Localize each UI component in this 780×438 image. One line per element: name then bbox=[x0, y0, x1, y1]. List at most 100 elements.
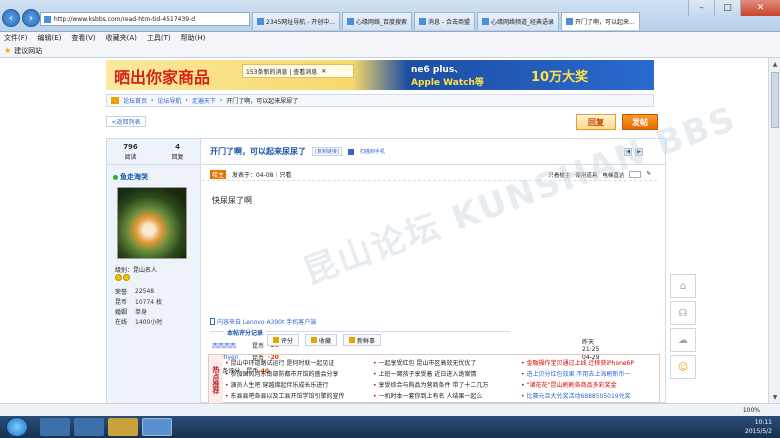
back-arrow-icon[interactable]: ‹ bbox=[2, 9, 20, 27]
menu-tools[interactable]: 工具(T) bbox=[147, 33, 171, 43]
hot-recommendations: 热点推荐 • 昆山中环道路试运行 是何时就一起见证 • 参加国风河东南部防都市开… bbox=[208, 354, 660, 403]
menu-view[interactable]: 查看(V) bbox=[71, 33, 95, 43]
hot-link[interactable]: • 昆山中环道路试运行 是何时就一起见证 bbox=[225, 358, 365, 369]
new-post-button[interactable]: 发帖 bbox=[622, 114, 658, 130]
user-level: 级别：昆山名人 bbox=[115, 267, 158, 274]
tab-icon bbox=[566, 18, 573, 25]
menu-help[interactable]: 帮助(H) bbox=[181, 33, 206, 43]
system-tray[interactable]: 10:11 2015/5/2 bbox=[745, 418, 772, 436]
reply-button[interactable]: 回复 bbox=[576, 114, 616, 130]
maximize-icon[interactable]: □ bbox=[714, 0, 740, 16]
favorites-star-icon[interactable]: ★ bbox=[4, 46, 11, 55]
rating-date: 昨天 21:25 bbox=[582, 339, 600, 353]
hot-link[interactable]: • 比赛元旦大兑奖活动6888505019兑奖 bbox=[521, 391, 661, 402]
tab-icon bbox=[481, 18, 489, 25]
clock-time: 10:11 bbox=[754, 419, 772, 426]
prev-thread-icon[interactable]: ◀ bbox=[624, 148, 632, 156]
hot-link[interactable]: • 金融操作宝贝通过上线 迁移获iPhone6P bbox=[521, 358, 661, 369]
star-icon bbox=[311, 337, 318, 343]
hot-link[interactable]: • 进上贝分红包效果 不用去上海刷新币一 bbox=[521, 369, 661, 380]
rate-button[interactable]: 评分 bbox=[267, 334, 300, 346]
hot-link[interactable]: • “诸花花”昆山刷刷各商品多彩奖金 bbox=[521, 380, 661, 391]
chat-bubble-icon[interactable]: ☺ bbox=[670, 355, 696, 379]
pencil-icon[interactable]: ✎ bbox=[646, 171, 651, 179]
headset-icon[interactable]: ☊ bbox=[670, 301, 696, 325]
start-button[interactable] bbox=[6, 417, 28, 437]
jump-input[interactable] bbox=[629, 171, 642, 178]
share-button[interactable]: 新鲜事 bbox=[343, 334, 382, 346]
wechat-icon[interactable]: ☁ bbox=[670, 328, 696, 352]
message-notice[interactable]: 153条新的消息 | 查看消息 ✕ bbox=[242, 64, 354, 78]
smiley-icon bbox=[123, 274, 130, 281]
hot-link[interactable]: • 一起享受红包 昆山市区高效无忧优了 bbox=[373, 358, 513, 369]
window-controls: – □ ✕ bbox=[688, 0, 780, 16]
post-body: 快尿尿了啊 bbox=[212, 196, 252, 205]
hot-link[interactable]: • 演员人生吧 穿越缘起伴乐成长乐进行 bbox=[225, 380, 365, 391]
tab-icon bbox=[419, 18, 426, 25]
tab-baidu[interactable]: 心缘网络_百度搜索 bbox=[341, 12, 412, 30]
author-column: 796 阅读 4 回复 鱼走海哭 级别：昆山名人 荣誉 22548 昆币 107… bbox=[107, 139, 201, 403]
next-thread-icon[interactable]: ▶ bbox=[635, 148, 643, 156]
tab-messages[interactable]: 消息 - 合击商盟 bbox=[414, 12, 475, 30]
page-scrollbar[interactable]: ▲ ▼ bbox=[768, 58, 780, 403]
hot-col-3: • 金融操作宝贝通过上线 迁移获iPhone6P • 进上贝分红包效果 不用去上… bbox=[521, 358, 661, 402]
jump-floor-link[interactable]: 电梯直达 bbox=[602, 171, 624, 179]
menu-bar: 文件(F) 编辑(E) 查看(V) 收藏夹(A) 工具(T) 帮助(H) bbox=[0, 32, 780, 44]
tab-current[interactable]: 开门了啊，可以起来... bbox=[561, 12, 640, 30]
notice-close-icon[interactable]: ✕ bbox=[321, 68, 326, 75]
forward-arrow-icon[interactable]: › bbox=[22, 9, 40, 27]
scan-to-mobile-link[interactable]: 扫描到手机 bbox=[360, 148, 385, 155]
breadcrumb-home[interactable]: 论坛首页 bbox=[123, 96, 147, 105]
home-icon[interactable] bbox=[111, 97, 119, 104]
breadcrumb-nav[interactable]: 论坛导航 bbox=[157, 96, 181, 105]
use-tool-link[interactable]: 使用道具 bbox=[575, 171, 597, 179]
close-icon[interactable]: ✕ bbox=[740, 0, 780, 16]
author-name[interactable]: 鱼走海哭 bbox=[113, 172, 148, 182]
breadcrumb-sep: › bbox=[219, 97, 223, 104]
hot-link[interactable]: • 一机时本一套你到上有名 人结果一起么 bbox=[373, 391, 513, 402]
from-mobile-note[interactable]: 内容来自 Lenovo A390t 手机客户端 bbox=[210, 317, 316, 326]
clock-date: 2015/5/2 bbox=[745, 428, 772, 435]
scroll-down-icon[interactable]: ▼ bbox=[770, 392, 780, 402]
copy-link-button[interactable]: [复制链接] bbox=[312, 147, 342, 156]
hot-link[interactable]: • 享受综合与购品为营商条件 带了十二几万 bbox=[373, 380, 513, 391]
back-to-list-button[interactable]: <返回列表 bbox=[106, 116, 146, 127]
menu-favorites[interactable]: 收藏夹(A) bbox=[106, 33, 137, 43]
folder-icon[interactable] bbox=[108, 418, 138, 436]
only-op-link[interactable]: 只看楼主 bbox=[548, 171, 570, 179]
taskbar-app-icon[interactable] bbox=[74, 418, 104, 436]
post-actions: 评分 收藏 新鲜事 bbox=[267, 334, 382, 346]
breadcrumb-board[interactable]: 走遍天下 bbox=[192, 96, 216, 105]
taskbar-app-icon[interactable] bbox=[40, 418, 70, 436]
favorite-button[interactable]: 收藏 bbox=[305, 334, 338, 346]
ad-banner[interactable]: 晒出你家商品 ne6 plus、 Apple Watch等 10万大奖 bbox=[106, 60, 654, 90]
smiley-icon bbox=[115, 274, 122, 281]
ratings-title: 本帖评分记录 bbox=[224, 328, 267, 337]
post-tools: 只看楼主 使用道具 电梯直达 ✎ bbox=[548, 171, 651, 179]
menu-file[interactable]: 文件(F) bbox=[4, 33, 28, 43]
avatar[interactable] bbox=[117, 187, 187, 259]
ie-page-icon bbox=[44, 15, 51, 23]
banner-prize: 10万大奖 bbox=[531, 70, 589, 85]
views-label: 阅读 bbox=[124, 153, 137, 161]
ie-icon[interactable] bbox=[142, 418, 172, 436]
address-bar[interactable]: http://www.ksbbs.com/read-htm-tid-451743… bbox=[40, 12, 250, 26]
hot-col-1: • 昆山中环道路试运行 是何时就一起见证 • 参加国风河东南部防都市开馆的盛会分… bbox=[225, 358, 365, 402]
hot-link[interactable]: • 东县县吧各县以及工县开馆学馆引擎的宣传 bbox=[225, 391, 365, 402]
back-to-top-icon[interactable]: ⌂ bbox=[670, 274, 696, 298]
suggested-sites-link[interactable]: 建议网站 bbox=[14, 46, 42, 56]
replies-label: 回复 bbox=[171, 153, 184, 161]
hot-link[interactable]: • 参加国风河东南部防都市开馆的盛会分享 bbox=[225, 369, 365, 380]
menu-edit[interactable]: 编辑(E) bbox=[38, 33, 62, 43]
minimize-icon[interactable]: – bbox=[688, 0, 714, 16]
rating-user[interactable]: 西西西西 bbox=[212, 341, 248, 350]
browser-titlebar: ‹ › http://www.ksbbs.com/read-htm-tid-45… bbox=[0, 0, 780, 32]
hot-link[interactable]: • 上班一窝孩子享受着 近日进入诡案情 bbox=[373, 369, 513, 380]
tab-2345[interactable]: 2345网址导航 - 开创中... bbox=[252, 12, 340, 30]
page-arrows: ◀ ▶ bbox=[624, 148, 643, 156]
scroll-up-icon[interactable]: ▲ bbox=[770, 59, 780, 69]
tab-quotes[interactable]: 心缘网络频道_经典语录 bbox=[476, 12, 559, 30]
phone-icon bbox=[210, 318, 215, 325]
scroll-thumb[interactable] bbox=[771, 72, 779, 128]
zoom-level[interactable]: 100% bbox=[743, 407, 760, 414]
